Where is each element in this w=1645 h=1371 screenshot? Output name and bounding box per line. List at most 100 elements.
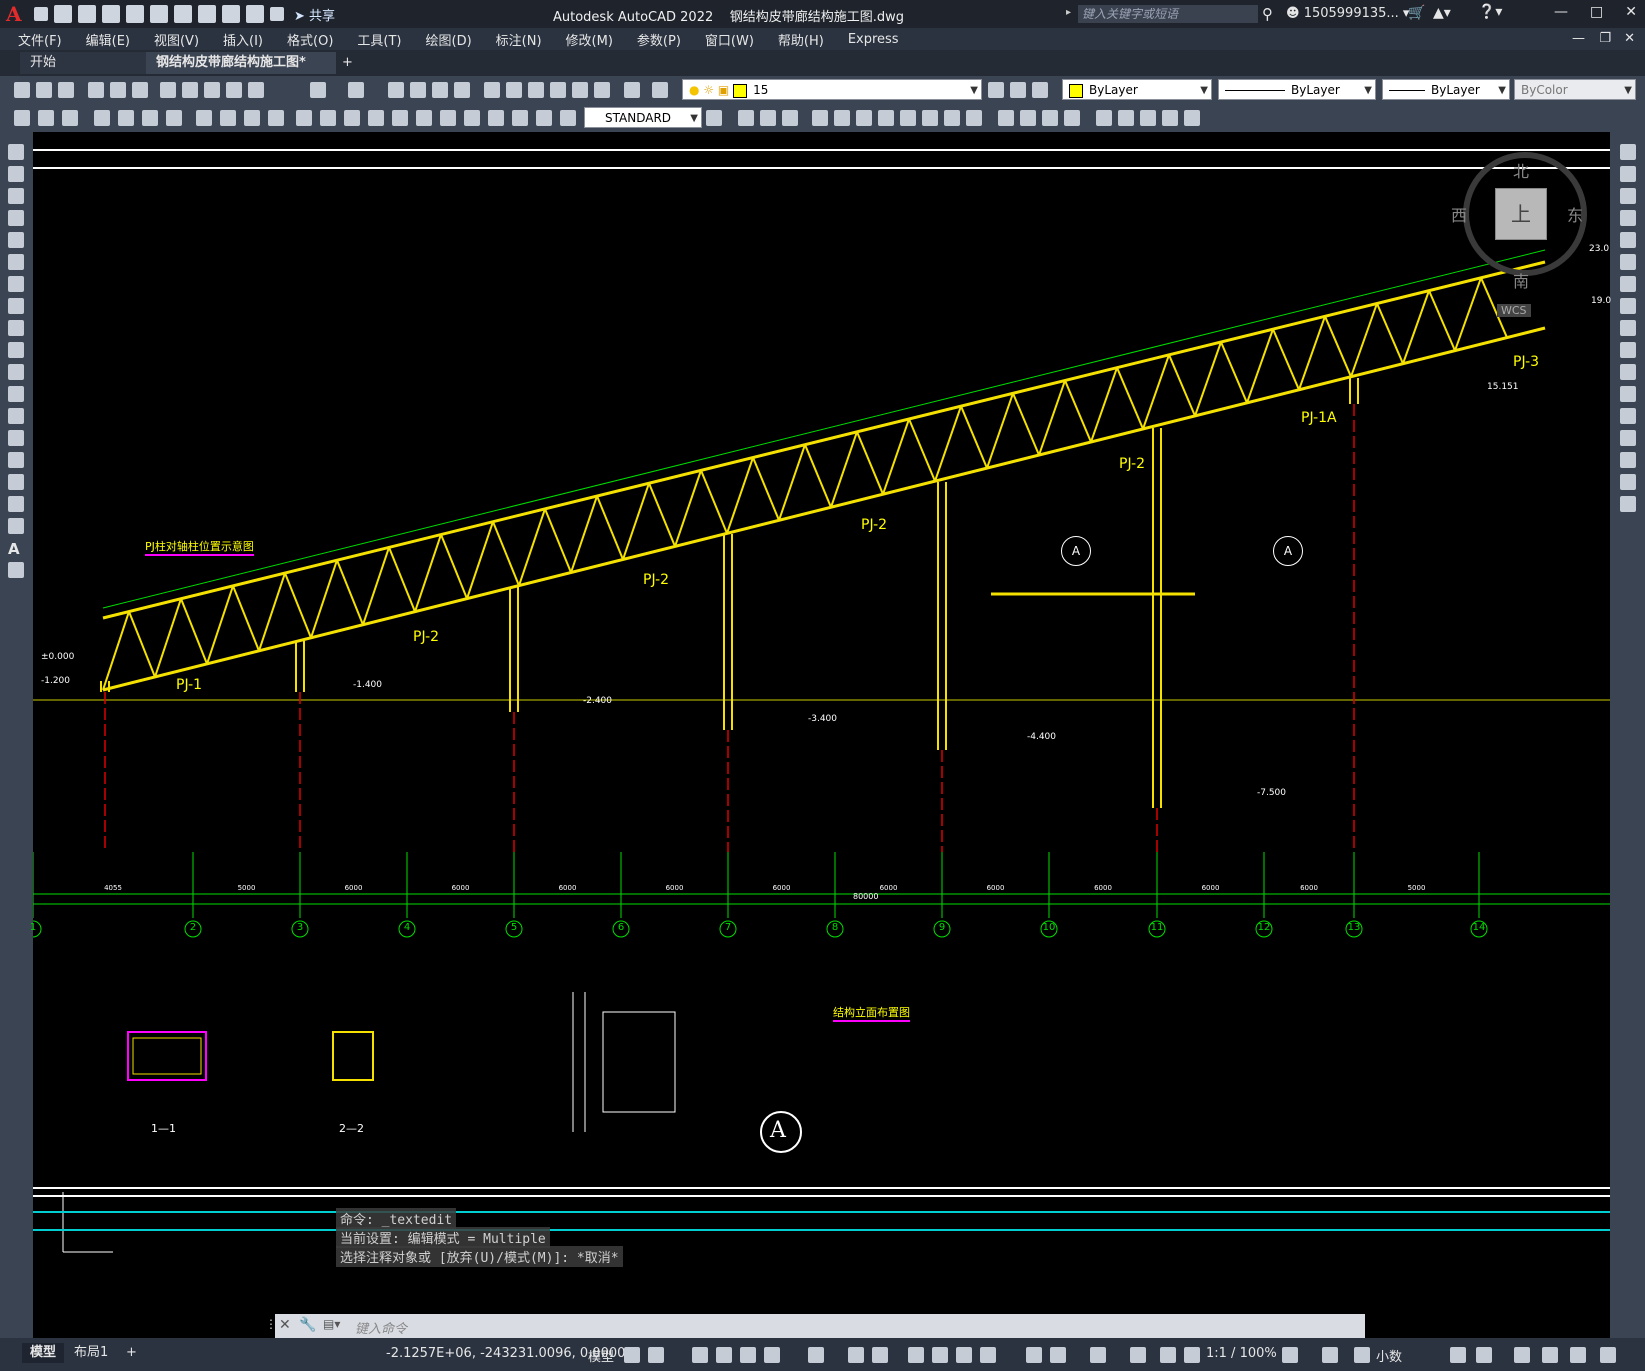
table-icon[interactable] [8, 518, 24, 534]
dim-break-icon[interactable] [392, 110, 408, 126]
menu-insert[interactable]: 插入(I) [223, 30, 263, 49]
menu-draw[interactable]: 绘图(D) [426, 30, 472, 49]
view-icon[interactable] [998, 110, 1014, 126]
menu-modify[interactable]: 修改(M) [566, 30, 613, 49]
isodraft-icon[interactable] [808, 1347, 824, 1363]
match-properties-icon[interactable] [226, 82, 242, 98]
aligned-dim-icon[interactable] [118, 110, 134, 126]
ucs-icon[interactable] [900, 110, 916, 126]
baseline-dim-icon[interactable] [320, 110, 336, 126]
ucs-icon[interactable] [878, 110, 894, 126]
viewcube-east[interactable]: 东 [1567, 202, 1583, 226]
new-icon[interactable] [54, 5, 72, 23]
tab-model[interactable]: 模型 [22, 1343, 65, 1363]
arc-length-icon[interactable] [142, 110, 158, 126]
grid-icon[interactable] [624, 1347, 640, 1363]
mirror-icon[interactable] [1620, 188, 1636, 204]
viewcube-north[interactable]: 北 [1513, 158, 1529, 182]
color-dropdown[interactable]: ByLayer ▼ [1062, 79, 1212, 100]
help-icon[interactable] [624, 82, 640, 98]
selection-cycling-icon[interactable] [956, 1347, 972, 1363]
text-style-dropdown[interactable]: STANDARD ▼ [584, 107, 702, 128]
annotation-visibility-icon[interactable] [1130, 1347, 1146, 1363]
menu-edit[interactable]: 编辑(E) [86, 30, 130, 49]
command-input[interactable]: 键入命令 [355, 1318, 407, 1337]
plot-preview-icon[interactable] [110, 82, 126, 98]
gizmo-icon[interactable] [1090, 1347, 1106, 1363]
close-icon[interactable]: ✕ [1625, 4, 1637, 20]
new-tab-button[interactable]: + [332, 52, 363, 74]
fillet-icon[interactable] [1620, 452, 1636, 468]
dim-edit-icon[interactable] [512, 110, 528, 126]
dynamic-input-icon[interactable] [716, 1347, 732, 1363]
tab-layout1[interactable]: 布局1 [66, 1343, 116, 1363]
view-icon[interactable] [1140, 110, 1156, 126]
menu-express[interactable]: Express [848, 32, 899, 47]
view-icon[interactable] [1096, 110, 1112, 126]
ucs-icon[interactable] [782, 110, 798, 126]
layer-previous-icon[interactable] [1010, 82, 1026, 98]
quick-dim-icon[interactable] [296, 110, 312, 126]
web-mobile-icon[interactable] [150, 5, 168, 23]
viewcube[interactable]: 上 北 南 西 东 WCS [1451, 152, 1587, 317]
extend-icon[interactable] [1620, 364, 1636, 380]
angular-dim-icon[interactable] [268, 110, 284, 126]
rectangle-icon[interactable] [8, 232, 24, 248]
polyline-icon[interactable] [8, 188, 24, 204]
jogged-linear-icon[interactable] [488, 110, 504, 126]
zoom-previous-icon[interactable] [454, 82, 470, 98]
menu-parametric[interactable]: 参数(P) [637, 30, 681, 49]
annotation-monitor-icon[interactable] [1322, 1347, 1338, 1363]
sheet-set-icon[interactable] [550, 82, 566, 98]
menu-tools[interactable]: 工具(T) [357, 30, 401, 49]
linear-dim-icon[interactable] [94, 110, 110, 126]
line-icon[interactable] [8, 144, 24, 160]
modify-tool-icon[interactable] [38, 110, 54, 126]
tool-palettes-icon[interactable] [528, 82, 544, 98]
ordinate-dim-icon[interactable] [166, 110, 182, 126]
ucs-icon[interactable] [760, 110, 776, 126]
dim-space-icon[interactable] [368, 110, 384, 126]
ucs-icon[interactable] [944, 110, 960, 126]
app-menu-arrow-icon[interactable] [34, 7, 48, 21]
lineweight-dropdown[interactable]: ByLayer ▼ [1382, 79, 1510, 100]
menu-dimension[interactable]: 标注(N) [496, 30, 542, 49]
modify-tool-icon[interactable] [14, 110, 30, 126]
lineweight-icon[interactable] [908, 1347, 924, 1363]
ucs-icon[interactable] [812, 110, 828, 126]
tab-drawing[interactable]: 钢结构皮带廊结构施工图* ✕ [146, 52, 336, 92]
save-icon[interactable] [102, 5, 120, 23]
explode-icon[interactable] [1620, 496, 1636, 512]
center-mark-icon[interactable] [440, 110, 456, 126]
selection-filter-icon[interactable] [1050, 1347, 1066, 1363]
ucs-icon[interactable] [922, 110, 938, 126]
connect-icon[interactable]: ▲▾ [1433, 5, 1451, 21]
revcloud-icon[interactable] [8, 298, 24, 314]
menu-window[interactable]: 窗口(W) [705, 30, 754, 49]
drawing-canvas[interactable]: 结构立面布置图 PJ柱对轴柱位置示意图 1—1 2—2 A PJ-1 PJ-2 … [30, 132, 1611, 1338]
ucs-icon[interactable] [856, 110, 872, 126]
copy-icon[interactable] [182, 82, 198, 98]
dynamic-ucs-icon[interactable] [1026, 1347, 1042, 1363]
region-icon[interactable] [8, 496, 24, 512]
view-icon[interactable] [1118, 110, 1134, 126]
qnew-icon[interactable] [14, 82, 30, 98]
plot-icon[interactable] [198, 5, 216, 23]
redo-icon[interactable] [348, 82, 364, 98]
ortho-icon[interactable] [740, 1347, 756, 1363]
point-icon[interactable] [8, 430, 24, 446]
workspace-gear-icon[interactable] [1282, 1347, 1298, 1363]
undo-icon[interactable] [310, 82, 326, 98]
clean-screen-icon[interactable] [1570, 1347, 1586, 1363]
diameter-dim-icon[interactable] [244, 110, 260, 126]
jogged-dim-icon[interactable] [220, 110, 236, 126]
rotate-icon[interactable] [1620, 276, 1636, 292]
scale-icon[interactable] [1620, 298, 1636, 314]
view-icon[interactable] [1064, 110, 1080, 126]
open-icon[interactable] [78, 5, 96, 23]
units-dropdown[interactable]: 小数 [1376, 1346, 1402, 1365]
view-icon[interactable] [1162, 110, 1178, 126]
doc-restore-icon[interactable]: ❐ [1599, 31, 1611, 46]
zoom-window-icon[interactable] [432, 82, 448, 98]
cut-icon[interactable] [160, 82, 176, 98]
